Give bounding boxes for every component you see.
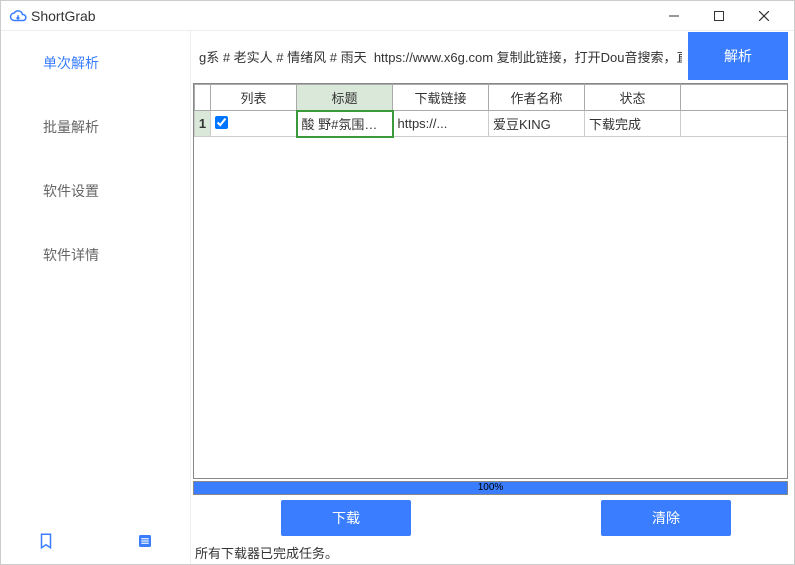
row-number: 1 bbox=[195, 111, 211, 137]
maximize-icon bbox=[714, 11, 724, 21]
cell-checkbox bbox=[211, 111, 297, 137]
url-input[interactable] bbox=[193, 43, 688, 69]
progress-label: 100% bbox=[194, 482, 787, 494]
results-table: 列表 标题 下载链接 作者名称 状态 1 酸 野#氛围感 ... bbox=[194, 84, 787, 138]
cell-status: 下载完成 bbox=[585, 111, 681, 137]
app-logo: ShortGrab bbox=[9, 7, 96, 25]
cell-author: 爱豆KING bbox=[489, 111, 585, 137]
minimize-button[interactable] bbox=[651, 1, 696, 31]
clear-button[interactable]: 清除 bbox=[601, 500, 731, 536]
close-icon bbox=[759, 11, 769, 21]
sidebar: 单次解析 批量解析 软件设置 软件详情 bbox=[1, 31, 191, 564]
status-bar: 所有下载器已完成任务。 bbox=[191, 541, 794, 564]
sidebar-item-single-parse[interactable]: 单次解析 bbox=[1, 31, 190, 95]
header-list[interactable]: 列表 bbox=[211, 85, 297, 111]
sidebar-item-settings[interactable]: 软件设置 bbox=[1, 159, 190, 223]
header-author[interactable]: 作者名称 bbox=[489, 85, 585, 111]
sidebar-item-batch-parse[interactable]: 批量解析 bbox=[1, 95, 190, 159]
cell-link: https://... bbox=[393, 111, 489, 137]
button-row: 下载 清除 bbox=[191, 495, 794, 541]
table-row[interactable]: 1 酸 野#氛围感 ... https://... 爱豆KING 下载完成 bbox=[195, 111, 788, 137]
content: 单次解析 批量解析 软件设置 软件详情 解析 列表 bbox=[1, 31, 794, 564]
sidebar-item-label: 批量解析 bbox=[43, 117, 99, 137]
header-status[interactable]: 状态 bbox=[585, 85, 681, 111]
app-window: ShortGrab 单次解析 批量解析 软件设置 软件详情 解析 bbox=[0, 0, 795, 565]
sidebar-bottom bbox=[1, 518, 190, 564]
cloud-icon bbox=[9, 7, 27, 25]
bookmark-icon[interactable] bbox=[37, 532, 55, 550]
header-spacer bbox=[681, 85, 788, 111]
table-container: 列表 标题 下载链接 作者名称 状态 1 酸 野#氛围感 ... bbox=[193, 83, 788, 479]
sidebar-item-label: 单次解析 bbox=[43, 53, 99, 73]
cell-title[interactable]: 酸 野#氛围感 ... bbox=[297, 111, 393, 137]
header-rownum bbox=[195, 85, 211, 111]
window-controls bbox=[651, 1, 786, 31]
progress-bar: 100% bbox=[193, 481, 788, 495]
list-icon[interactable] bbox=[136, 532, 154, 550]
maximize-button[interactable] bbox=[696, 1, 741, 31]
app-title: ShortGrab bbox=[31, 8, 96, 24]
sidebar-item-label: 软件设置 bbox=[43, 181, 99, 201]
header-title[interactable]: 标题 bbox=[297, 85, 393, 111]
sidebar-item-details[interactable]: 软件详情 bbox=[1, 223, 190, 287]
row-checkbox[interactable] bbox=[215, 116, 228, 129]
main: 解析 列表 标题 下载链接 作者名称 状态 bbox=[191, 31, 794, 564]
parse-button[interactable]: 解析 bbox=[688, 32, 788, 80]
topbar: 解析 bbox=[191, 31, 794, 81]
titlebar: ShortGrab bbox=[1, 1, 794, 31]
download-button[interactable]: 下载 bbox=[281, 500, 411, 536]
header-link[interactable]: 下载链接 bbox=[393, 85, 489, 111]
close-button[interactable] bbox=[741, 1, 786, 31]
sidebar-item-label: 软件详情 bbox=[43, 245, 99, 265]
cell-spacer bbox=[681, 111, 788, 137]
minimize-icon bbox=[669, 11, 679, 21]
